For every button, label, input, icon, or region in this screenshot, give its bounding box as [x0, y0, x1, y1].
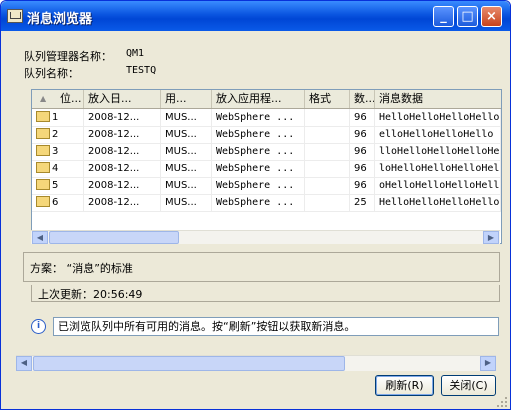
folder-icon [36, 161, 50, 173]
window-title: 消息浏览器 [27, 12, 93, 27]
envelope-icon [7, 9, 23, 23]
col-header-data-length[interactable]: 数... [350, 90, 375, 108]
window-horizontal-scrollbar[interactable]: ◀ ▶ [16, 355, 496, 371]
scroll-right-button[interactable]: ▶ [480, 356, 496, 371]
scroll-left-button[interactable]: ◀ [16, 356, 32, 371]
queue-name-label: 队列名称： [24, 67, 79, 80]
minimize-button[interactable]: _ [433, 6, 454, 27]
table-header: 位... ▲ 放入日... 用... 放入应用程... 格式 数... 消息数据 [32, 90, 501, 109]
message-browser-window: 消息浏览器 _ □ × 队列管理器名称： QM1 队列名称： TESTQ 位..… [0, 0, 511, 410]
table-row[interactable]: 4 2008-12... MUS... WebSphere ... 96 loH… [32, 160, 501, 178]
table-row[interactable]: 1 2008-12... MUS... WebSphere ... 96 Hel… [32, 109, 501, 127]
close-button[interactable]: 关闭(C) [441, 375, 496, 396]
scroll-thumb[interactable] [33, 356, 345, 371]
queue-name-value: TESTQ [126, 65, 157, 76]
status-message: 已浏览队列中所有可用的消息。按“刷新”按钮以获取新消息。 [53, 317, 499, 336]
scheme-text: 方案： “消息”的标准 [30, 262, 133, 275]
scheme-panel: 方案： “消息”的标准 [23, 252, 500, 282]
table-row[interactable]: 6 2008-12... MUS... WebSphere ... 25 Hel… [32, 194, 501, 212]
info-icon: i [31, 319, 46, 334]
scroll-left-button[interactable]: ◀ [32, 231, 48, 244]
last-update-panel: 上次更新：20:56:49 [31, 285, 500, 302]
message-table[interactable]: 位... ▲ 放入日... 用... 放入应用程... 格式 数... 消息数据… [31, 89, 502, 244]
table-row[interactable]: 2 2008-12... MUS... WebSphere ... 96 ell… [32, 126, 501, 144]
title-bar[interactable]: 消息浏览器 _ □ × [1, 1, 510, 31]
resize-grip-icon[interactable] [496, 396, 508, 408]
folder-icon [36, 127, 50, 139]
refresh-button[interactable]: 刷新(R) [375, 375, 434, 396]
folder-icon [36, 110, 50, 122]
col-header-user[interactable]: 用... [161, 90, 212, 108]
col-header-message-data[interactable]: 消息数据 [375, 90, 501, 108]
scroll-thumb[interactable] [49, 231, 179, 244]
table-row[interactable]: 3 2008-12... MUS... WebSphere ... 96 llo… [32, 143, 501, 161]
folder-icon [36, 178, 50, 190]
scroll-right-button[interactable]: ▶ [483, 231, 499, 244]
col-header-format[interactable]: 格式 [305, 90, 350, 108]
queue-manager-value: QM1 [126, 48, 145, 59]
queue-manager-label: 队列管理器名称： [24, 50, 112, 63]
sort-triangle-icon: ▲ [40, 94, 47, 103]
table-horizontal-scrollbar[interactable]: ◀ ▶ [31, 230, 500, 244]
close-window-button[interactable]: × [481, 6, 502, 27]
maximize-button[interactable]: □ [457, 6, 478, 27]
folder-icon [36, 144, 50, 156]
folder-icon [36, 195, 50, 207]
col-header-put-app[interactable]: 放入应用程... [212, 90, 305, 108]
col-header-put-date[interactable]: 放入日... [84, 90, 161, 108]
table-row[interactable]: 5 2008-12... MUS... WebSphere ... 96 oHe… [32, 177, 501, 195]
last-update-text: 上次更新：20:56:49 [38, 288, 143, 301]
